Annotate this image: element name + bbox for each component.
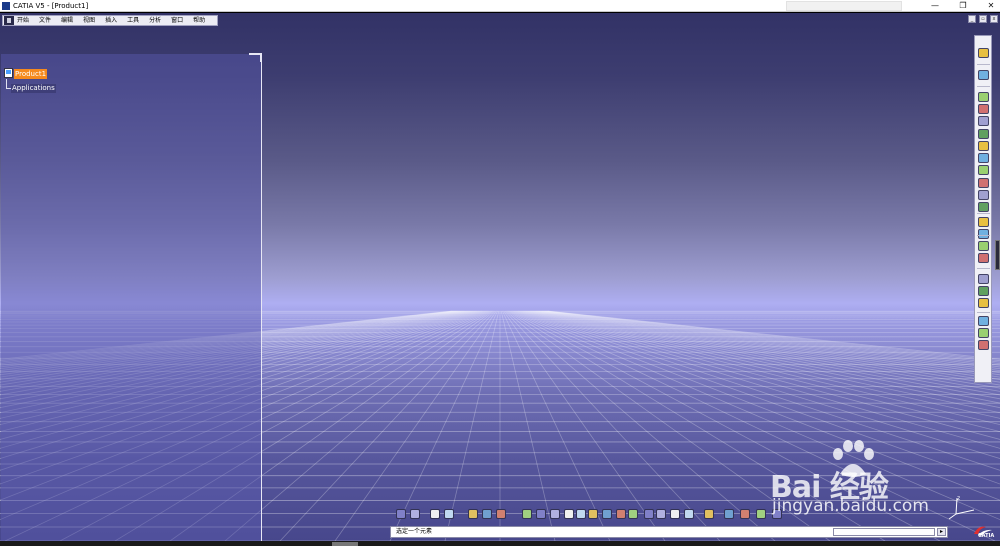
selective-load-icon[interactable] [978,178,989,188]
replace-component-icon[interactable] [978,141,989,151]
title-bar-search-field[interactable] [786,1,902,11]
menu-window[interactable]: 窗口 [171,16,183,25]
rotate-icon[interactable] [564,509,574,519]
distance-icon[interactable] [740,509,750,519]
menu-analyze[interactable]: 分析 [149,16,161,25]
select-arrow-icon[interactable] [978,48,989,58]
specification-tree-panel [1,54,262,541]
new-component-icon[interactable] [978,92,989,102]
menu-file[interactable]: 文件 [39,16,51,25]
window-title: CATIA V5 - [Product1] [13,2,89,10]
new-part-icon[interactable] [978,116,989,126]
window-close-button[interactable]: ✕ [976,0,1000,12]
menu-view[interactable]: 视图 [83,16,95,25]
render-style-icon[interactable] [628,509,638,519]
toolbar-separator [977,312,990,313]
clash-icon[interactable] [724,509,734,519]
menu-bar: 开始 文件 编辑 视图 插入 工具 分析 窗口 帮助 [2,15,218,26]
new-product-icon[interactable] [978,104,989,114]
menu-start[interactable]: 开始 [17,16,29,25]
3d-viewport[interactable]: Product1 Applications [0,13,1000,541]
horizontal-scrollbar[interactable] [0,541,1000,546]
offset-constraint-icon[interactable] [978,298,989,308]
scenes-icon[interactable] [978,316,989,326]
bill-of-material-icon[interactable] [756,509,766,519]
tree-icon[interactable] [482,509,492,519]
contact-constraint-icon[interactable] [978,286,989,296]
select-icon[interactable] [522,509,532,519]
properties-icon[interactable] [772,509,782,519]
document-minimize-button[interactable]: _ [968,15,976,23]
product-icon[interactable] [4,68,13,78]
window-maximize-button[interactable]: ❐ [948,0,978,12]
generate-numbering-icon[interactable] [978,165,989,175]
pan-icon[interactable] [550,509,560,519]
zoom-in-icon[interactable] [576,509,586,519]
coincidence-constraint-icon[interactable] [978,274,989,284]
menu-help[interactable]: 帮助 [193,16,205,25]
menu-insert[interactable]: 插入 [105,16,117,25]
sectioning-icon[interactable] [704,509,714,519]
power-input-field[interactable] [833,528,935,536]
zoom-out-icon[interactable] [588,509,598,519]
document-close-button[interactable]: x [990,15,998,23]
axis-icon[interactable] [684,509,694,519]
table-icon[interactable] [468,509,478,519]
snap-icon[interactable] [978,229,989,239]
explode-icon[interactable] [978,241,989,251]
toolbar-separator [977,64,990,65]
tree-panel-corner [249,53,262,62]
toolbar-dock-handle[interactable] [995,240,1000,270]
graph-tree-reorder-icon[interactable] [978,153,989,163]
manage-representations-icon[interactable] [978,190,989,200]
product-structure-toolbar [974,35,992,383]
window-title-bar: CATIA V5 - [Product1] — ❐ ✕ [0,0,1000,12]
compass-z-label: z [957,495,960,502]
formula-icon[interactable] [410,509,420,519]
measure-icon[interactable] [670,509,680,519]
multi-instantiation-icon[interactable] [978,202,989,212]
update-icon[interactable] [496,509,506,519]
view-toolbar [394,507,874,521]
status-message: 选定一个元素 [396,528,433,535]
status-bar: 选定一个元素 ▸ [390,526,948,538]
window-minimize-button[interactable]: — [920,0,950,12]
analyze-icon[interactable] [978,328,989,338]
power-input-button[interactable]: ▸ [937,528,946,536]
catia-app-icon[interactable] [2,2,10,10]
manipulation-icon[interactable] [978,217,989,227]
fx-icon[interactable] [430,509,440,519]
view-mode-icon[interactable] [616,509,626,519]
catalog-icon[interactable] [978,340,989,350]
knowledge-icon[interactable] [396,509,406,519]
toolbar-separator [977,213,990,214]
existing-component-icon[interactable] [978,129,989,139]
document-icon[interactable] [4,16,14,25]
fly-mode-icon[interactable] [978,70,989,80]
hide-show-icon[interactable] [644,509,654,519]
toolbar-separator [977,86,990,87]
tree-item-product1[interactable]: Product1 [14,69,48,79]
document-restore-button[interactable]: ▫ [979,15,987,23]
axis-compass[interactable]: z [948,494,976,520]
stop-manipulate-icon[interactable] [978,253,989,263]
catia-brand-label: CATIA [978,533,995,539]
menu-edit[interactable]: 编辑 [61,16,73,25]
fit-all-icon[interactable] [536,509,546,519]
menu-tools[interactable]: 工具 [127,16,139,25]
swap-space-icon[interactable] [656,509,666,519]
normal-view-icon[interactable] [602,509,612,519]
scrollbar-thumb[interactable] [332,542,358,546]
tree-item-applications[interactable]: Applications [11,84,56,93]
comment-icon[interactable] [444,509,454,519]
toolbar-separator [977,268,990,269]
toolbar-separator [977,235,990,236]
